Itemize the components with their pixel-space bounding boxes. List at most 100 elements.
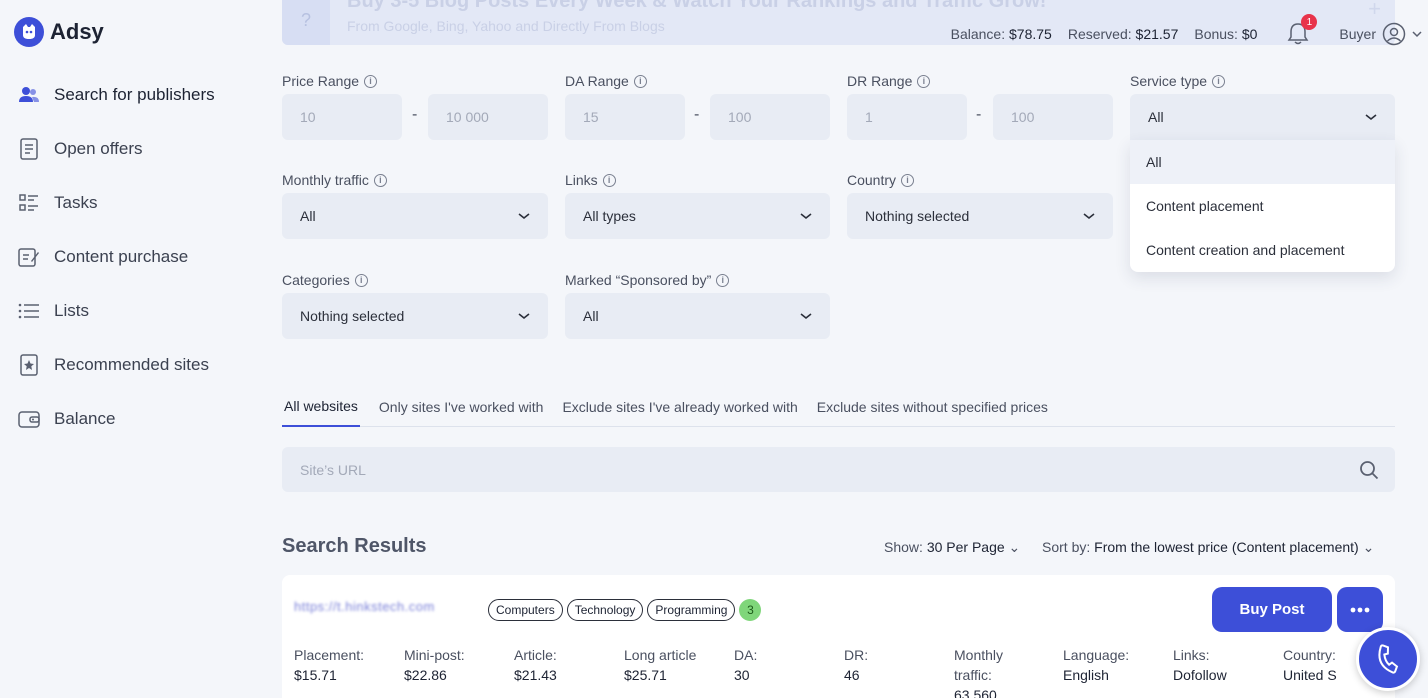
dr-range-label: DR Range i [847, 73, 931, 89]
account-bar: Balance: $78.75 Reserved: $21.57 Bonus: … [950, 14, 1422, 46]
range-separator: - [694, 106, 700, 123]
info-icon[interactable]: i [373, 173, 387, 187]
reserved-stat: Reserved: $21.57 [1067, 26, 1179, 42]
chevron-down-icon: ⌄ [1008, 539, 1021, 555]
metric-country: Country: United S [1283, 647, 1337, 683]
info-icon[interactable]: i [602, 173, 616, 187]
logo[interactable]: Adsy [14, 17, 104, 47]
country-select[interactable]: Nothing selected [847, 193, 1113, 239]
info-icon[interactable]: i [917, 74, 931, 88]
tab-exclude-worked-with[interactable]: Exclude sites I've already worked with [562, 386, 797, 427]
metric-dr: DR: 46 [844, 647, 869, 683]
sidebar-item-label: Content purchase [54, 247, 189, 266]
categories-select[interactable]: Nothing selected [282, 293, 548, 339]
dropdown-option[interactable]: Content placement [1130, 184, 1395, 228]
banner-subtitle: From Google, Bing, Yahoo and Directly Fr… [347, 18, 665, 34]
search-input[interactable]: Site’s URL [300, 462, 366, 478]
sidebar-item-search-publishers[interactable]: Search for publishers [18, 68, 258, 122]
info-icon[interactable]: i [901, 173, 915, 187]
price-min-input[interactable]: 10 [282, 94, 402, 140]
dr-min-input[interactable]: 1 [847, 94, 967, 140]
metric-da: DA: 30 [734, 647, 758, 683]
chevron-down-icon [1412, 31, 1422, 38]
categories-label: Categories i [282, 272, 368, 288]
brand-name: Adsy [50, 19, 104, 44]
price-range-label: Price Range i [282, 73, 378, 89]
category-chip[interactable]: Programming [647, 599, 736, 621]
info-icon[interactable]: i [364, 74, 378, 88]
sidebar-item-recommended-sites[interactable]: Recommended sites [18, 338, 258, 392]
chevron-down-icon [518, 213, 530, 220]
sponsored-select[interactable]: All [565, 293, 830, 339]
monthly-traffic-label: Monthly traffic i [282, 172, 387, 188]
sidebar-item-open-offers[interactable]: Open offers [18, 122, 258, 176]
sidebar-nav: Search for publishers Open offers Tasks … [18, 68, 258, 446]
service-type-dropdown: All Content placement Content creation a… [1130, 140, 1395, 272]
service-type-select[interactable]: All [1130, 94, 1395, 140]
info-icon[interactable]: i [354, 273, 368, 287]
more-icon [1350, 607, 1370, 612]
metric-links: Links: Dofollow [1173, 647, 1227, 683]
category-chip[interactable]: Technology [566, 599, 644, 621]
chevron-down-icon [518, 313, 530, 320]
info-icon[interactable]: i [1212, 74, 1226, 88]
chevron-up-icon [1365, 114, 1377, 121]
sidebar-item-content-purchase[interactable]: Content purchase [18, 230, 258, 284]
info-icon[interactable]: i [633, 74, 647, 88]
search-icon[interactable] [1359, 460, 1379, 480]
site-url-search[interactable]: Site’s URL [282, 447, 1395, 492]
dropdown-option[interactable]: Content creation and placement [1130, 228, 1395, 272]
service-type-label: Service type i [1130, 73, 1226, 89]
notifications-bell-icon[interactable]: 1 [1287, 14, 1318, 46]
links-label: Links i [565, 172, 616, 188]
plus-icon[interactable]: + [1368, 0, 1381, 22]
sidebar-item-label: Recommended sites [54, 355, 209, 374]
user-menu[interactable]: Buyer [1339, 22, 1422, 46]
reserved-value: $21.57 [1135, 26, 1179, 42]
site-url-link[interactable]: https://t.hinkstech.com [294, 599, 435, 614]
sidebar-item-label: Open offers [54, 139, 143, 158]
bonus-value: $0 [1241, 26, 1258, 42]
sidebar-item-label: Tasks [54, 193, 98, 212]
tab-exclude-no-prices[interactable]: Exclude sites without specified prices [817, 386, 1048, 427]
balance-stat: Balance: $78.75 [950, 26, 1052, 42]
dropdown-option[interactable]: All [1130, 140, 1395, 184]
sidebar-item-label: Balance [54, 409, 116, 428]
tab-worked-with[interactable]: Only sites I've worked with [379, 386, 544, 427]
metric-monthly-traffic: Monthly traffic: 63 560 [954, 647, 1004, 698]
sort-select[interactable]: Sort by: From the lowest price (Content … [1042, 539, 1374, 556]
users-icon [18, 84, 40, 106]
role-label: Buyer [1339, 26, 1376, 42]
sidebar: Adsy Search for publishers Open offers T… [0, 0, 262, 698]
metric-mini-post: Mini-post: $22.86 [404, 647, 465, 683]
country-label: Country i [847, 172, 915, 188]
document-icon [18, 138, 40, 160]
extra-categories-badge[interactable]: 3 [739, 599, 762, 621]
da-min-input[interactable]: 15 [565, 94, 685, 140]
range-separator: - [976, 106, 982, 123]
site-filter-tabs: All websites Only sites I've worked with… [282, 386, 1395, 427]
result-card: https://t.hinkstech.com Computers Techno… [282, 575, 1395, 698]
monthly-traffic-select[interactable]: All [282, 193, 548, 239]
sidebar-item-balance[interactable]: Balance [18, 392, 258, 446]
chevron-down-icon [800, 213, 812, 220]
info-icon[interactable]: i [716, 273, 730, 287]
sidebar-item-tasks[interactable]: Tasks [18, 176, 258, 230]
buy-post-button[interactable]: Buy Post [1212, 587, 1332, 632]
price-max-input[interactable]: 10 000 [428, 94, 548, 140]
sidebar-item-label: Lists [54, 301, 89, 320]
metric-article: Article: $21.43 [514, 647, 557, 683]
call-widget-button[interactable] [1356, 627, 1420, 691]
notification-badge: 1 [1301, 14, 1318, 30]
dr-max-input[interactable]: 100 [993, 94, 1113, 140]
category-chip[interactable]: Computers [488, 599, 563, 621]
per-page-select[interactable]: Show: 30 Per Page ⌄ [884, 539, 1020, 556]
links-select[interactable]: All types [565, 193, 830, 239]
avatar-icon [1382, 22, 1406, 46]
tab-all-websites[interactable]: All websites [282, 386, 360, 427]
sidebar-item-lists[interactable]: Lists [18, 284, 258, 338]
wallet-icon [18, 408, 40, 430]
da-max-input[interactable]: 100 [710, 94, 830, 140]
chevron-down-icon [1083, 213, 1095, 220]
more-options-button[interactable] [1337, 587, 1383, 632]
